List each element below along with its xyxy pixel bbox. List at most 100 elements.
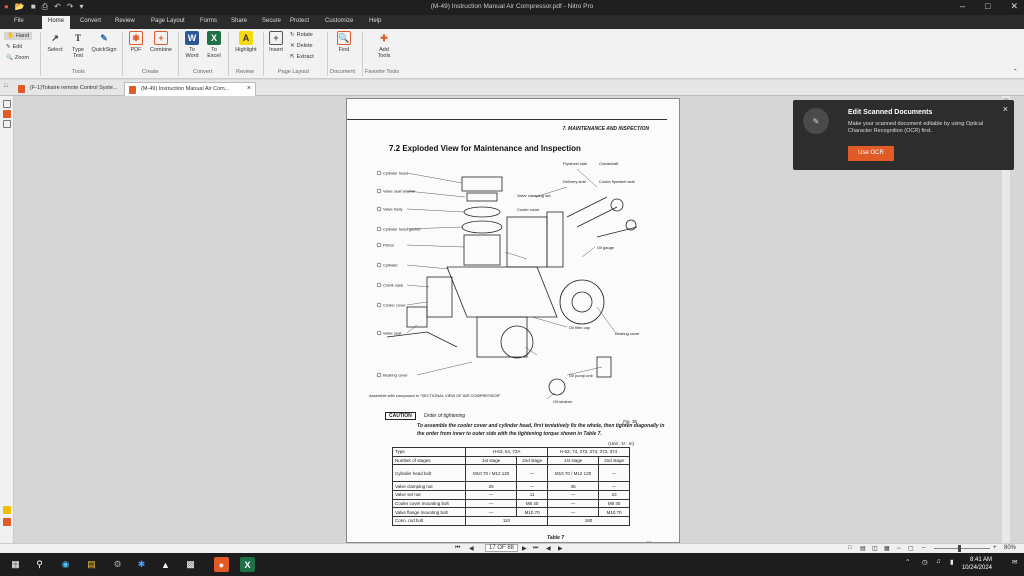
menu-help[interactable]: Help <box>369 18 381 24</box>
facing-icon[interactable]: ◫ <box>872 545 878 552</box>
find-button[interactable]: 🔍 Find <box>334 31 354 53</box>
rotate-button[interactable]: ↻ Rotate <box>290 32 313 38</box>
delete-button[interactable]: ✕ Delete <box>290 43 313 49</box>
close-notification-icon[interactable]: × <box>1003 104 1008 114</box>
table-cell: H-63, 64, 73A <box>464 447 548 457</box>
app-icon[interactable]: ⚙ <box>110 557 125 572</box>
maximize-icon[interactable]: □ <box>985 1 990 12</box>
battery-icon[interactable]: ▮ <box>950 558 954 566</box>
fit-width-icon[interactable]: ↔ <box>896 545 902 551</box>
menu-bar: File Home Convert Review Page Layout For… <box>0 15 1024 29</box>
table-cell: — <box>464 507 518 518</box>
menu-home[interactable]: Home <box>42 16 71 29</box>
zoom-tool-button[interactable]: 🔍 Zoom <box>6 55 29 61</box>
pdf-button[interactable]: ✱ PDF <box>127 31 145 53</box>
wifi-icon[interactable]: ◷ <box>922 558 928 566</box>
highlight-icon: A <box>239 31 253 45</box>
close-tab-icon[interactable]: × <box>247 85 251 92</box>
notification-bell-icon[interactable]: ✉ <box>1012 558 1017 566</box>
tab-remote-control[interactable]: (F-1)Tokaire remote Control Syste... <box>14 82 124 96</box>
table-cell: Cylinder head bolt <box>392 464 466 483</box>
first-page-icon[interactable]: ⏮ <box>455 545 460 552</box>
chevron-up-icon[interactable]: ⌃ <box>905 558 910 566</box>
collapse-ribbon-button[interactable]: ⌃ <box>1013 69 1018 75</box>
menu-review[interactable]: Review <box>115 18 135 24</box>
bluetooth-app-icon[interactable]: ✱ <box>134 557 149 572</box>
notification-description: Make your scanned document editable by u… <box>848 121 984 134</box>
file-explorer-icon[interactable]: ▤ <box>84 557 99 572</box>
hand-tool-button[interactable]: ✋ Hand <box>4 32 33 40</box>
app-icon[interactable]: ▲ <box>158 557 173 572</box>
comments-icon[interactable] <box>3 506 11 514</box>
facing-continuous-icon[interactable]: ▦ <box>884 545 890 552</box>
nitro-taskbar-icon[interactable]: ● <box>214 557 229 572</box>
page-rule <box>347 119 667 120</box>
zoom-out-icon[interactable]: – <box>922 545 925 551</box>
to-excel-button[interactable]: X To Excel <box>204 31 224 59</box>
attachments-icon[interactable] <box>3 120 11 128</box>
last-page-icon[interactable]: ⏭ <box>533 545 538 552</box>
table-cell: M10 70 / M12 120 <box>546 464 600 483</box>
quicksign-label: QuickSign <box>91 47 117 53</box>
app-icon[interactable]: ▩ <box>183 557 198 572</box>
extract-button[interactable]: ⇱ Extract <box>290 54 314 60</box>
bookmarks-icon[interactable] <box>3 110 11 118</box>
excel-taskbar-icon[interactable]: X <box>240 557 255 572</box>
add-tools-label: Add Tools <box>377 47 391 59</box>
ribbon-separator <box>362 32 363 76</box>
table-cell: 11 <box>516 490 548 500</box>
page-indicator[interactable]: 17 OF 88 <box>485 544 519 552</box>
edit-tool-button[interactable]: ✎ Edit <box>6 44 22 50</box>
quicksign-button[interactable]: ✎ QuickSign <box>90 31 118 54</box>
menu-customize[interactable]: Customize <box>325 18 353 24</box>
select-label: Select <box>47 47 63 53</box>
label-left: Cylinder head <box>383 171 408 176</box>
clock-time: 8:41 AM <box>969 557 992 563</box>
insert-button[interactable]: + Insert <box>266 31 286 53</box>
tab-instruction-manual[interactable]: (M-49) Instruction Manual Air Com... × <box>124 82 256 96</box>
type-text-label: Type Text <box>72 47 84 59</box>
edge-icon[interactable]: ◉ <box>58 557 73 572</box>
system-clock[interactable]: 8:41 AM 10/24/2024 <box>962 556 992 572</box>
combine-button[interactable]: + Combine <box>148 31 174 53</box>
zoom-slider-thumb[interactable] <box>958 545 961 552</box>
zoom-slider[interactable] <box>934 548 990 549</box>
menu-protect[interactable]: Protect <box>290 18 309 24</box>
table-cell: — <box>598 464 630 483</box>
table-cell: H-63, 74, 273, 274, 373, 374 <box>546 447 631 457</box>
zoom-in-icon[interactable]: + <box>993 545 997 551</box>
label-right: Oil gauge <box>597 245 615 250</box>
continuous-icon[interactable]: ▤ <box>860 545 866 552</box>
highlight-button[interactable]: A Highlight <box>232 31 260 53</box>
forward-view-icon[interactable]: ▶ <box>558 545 563 552</box>
close-icon[interactable]: ✕ <box>1010 1 1018 12</box>
to-word-button[interactable]: W To Word <box>182 31 202 59</box>
minimize-icon[interactable]: – <box>960 1 965 12</box>
menu-file[interactable]: File <box>14 18 24 24</box>
type-text-button[interactable]: T Type Text <box>68 31 88 60</box>
menu-convert[interactable]: Convert <box>80 18 101 24</box>
table-cell: Valve clamping nut <box>392 481 466 492</box>
label-left: Crank case <box>383 283 404 288</box>
back-view-icon[interactable]: ◀ <box>546 545 551 552</box>
menu-page-layout[interactable]: Page Layout <box>151 18 185 24</box>
next-page-icon[interactable]: ▶ <box>522 545 527 552</box>
prev-page-icon[interactable]: ◀ <box>469 545 474 552</box>
pages-icon[interactable] <box>3 100 11 108</box>
tab-list-button[interactable]: □ <box>4 83 7 89</box>
edit-icon: ✎ <box>6 44 11 50</box>
use-ocr-button[interactable]: Use OCR <box>848 146 894 161</box>
menu-forms[interactable]: Forms <box>200 18 217 24</box>
volume-icon[interactable]: ♫ <box>936 558 941 565</box>
menu-secure[interactable]: Secure <box>262 18 281 24</box>
hand-label: Hand <box>15 33 30 39</box>
output-icon[interactable] <box>3 518 11 526</box>
add-tools-button[interactable]: ✚ Add Tools <box>372 31 396 60</box>
select-button[interactable]: ↗ Select <box>45 31 65 54</box>
search-icon[interactable]: ⚲ <box>32 557 47 572</box>
fit-page-icon[interactable]: ▢ <box>908 545 914 552</box>
menu-share[interactable]: Share <box>231 18 247 24</box>
group-favorite-tools: Favorite Tools <box>365 69 400 75</box>
windows-start-icon[interactable]: ▦ <box>8 557 23 572</box>
single-page-icon[interactable]: □ <box>848 545 852 551</box>
